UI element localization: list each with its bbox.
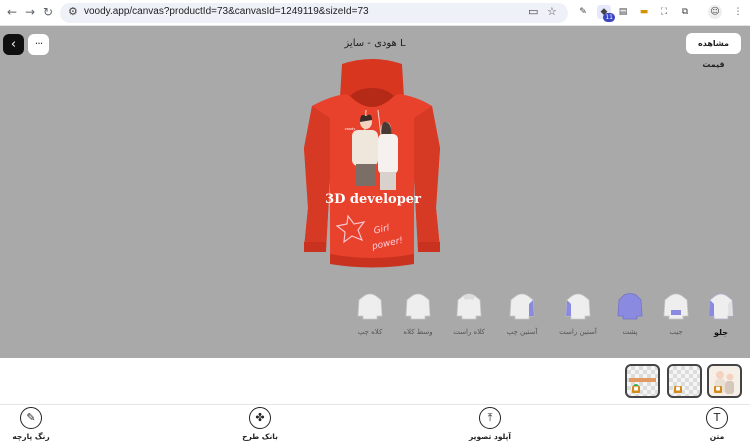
view-hood-right[interactable]: کلاه راست bbox=[447, 292, 491, 336]
extension-badge: 11 bbox=[603, 13, 615, 22]
view-label: وسط کلاه bbox=[403, 328, 433, 336]
forward-arrow-icon[interactable]: → bbox=[22, 4, 38, 20]
design-thumbnail[interactable]: ■ bbox=[667, 364, 702, 398]
browser-menu-icon[interactable]: ⋮ bbox=[731, 5, 745, 19]
view-label: آستین راست bbox=[559, 328, 597, 336]
view-back[interactable]: پشت bbox=[608, 292, 652, 336]
extension-icon[interactable]: ▤ bbox=[616, 5, 630, 19]
upload-image-button[interactable]: ⤒ آپلود تصویر bbox=[450, 407, 530, 441]
more-options-button[interactable]: ··· bbox=[28, 34, 49, 55]
view-label: جیب bbox=[669, 328, 683, 336]
url-text: voody.app/canvas?productId=73&canvasId=1… bbox=[84, 6, 369, 17]
tool-label: آپلود تصویر bbox=[468, 432, 511, 441]
design-headline: 3D developer bbox=[325, 192, 421, 207]
view-label: جلو bbox=[713, 328, 729, 337]
lock-icon: ■ bbox=[714, 386, 722, 393]
browser-toolbar: ← → ↻ ⚙ voody.app/canvas?productId=73&ca… bbox=[0, 0, 750, 26]
hoodie-hood-left-thumb-icon bbox=[357, 293, 383, 320]
lock-icon: ■ bbox=[674, 386, 682, 393]
hoodie-left-sleeve-thumb-icon bbox=[509, 293, 535, 320]
address-bar[interactable]: ⚙ voody.app/canvas?productId=73&canvasId… bbox=[60, 3, 568, 23]
view-label: پشت bbox=[622, 328, 638, 336]
upload-icon: ⤒ bbox=[479, 407, 501, 429]
tool-label: رنگ پارچه bbox=[12, 432, 50, 441]
hoodie-right-sleeve-thumb-icon bbox=[565, 293, 591, 320]
view-label: کلاه راست bbox=[453, 328, 485, 336]
reload-icon[interactable]: ↻ bbox=[40, 4, 56, 20]
wallet-extension-icon[interactable]: ▬ bbox=[637, 5, 651, 19]
design-thumbnail[interactable]: ■ bbox=[625, 364, 660, 398]
profile-avatar[interactable]: ☺ bbox=[708, 5, 722, 19]
cast-icon[interactable]: ▭ bbox=[528, 5, 538, 18]
view-pocket[interactable]: جیب bbox=[654, 292, 698, 336]
extensions-puzzle-icon[interactable]: ⧉ bbox=[678, 5, 692, 19]
bottom-toolbar bbox=[0, 404, 750, 448]
extension-icon[interactable]: ◆ 11 bbox=[597, 5, 615, 22]
hoodie-pocket-thumb-icon bbox=[663, 293, 689, 320]
site-settings-icon[interactable]: ⚙ bbox=[68, 5, 78, 18]
hoodie-back-thumb-icon bbox=[617, 293, 643, 320]
tool-label: بانک طرح bbox=[242, 432, 278, 441]
view-right-sleeve[interactable]: آستین راست bbox=[556, 292, 600, 336]
hoodie-hood-center-thumb-icon bbox=[405, 293, 431, 320]
back-button[interactable]: ‹ bbox=[3, 34, 24, 55]
view-label: آستین چپ bbox=[506, 328, 538, 336]
hoodie-hood-right-thumb-icon bbox=[456, 293, 482, 320]
view-price-button[interactable]: مشاهده قیمت bbox=[686, 33, 741, 69]
page-title: هودی - سایز L bbox=[344, 38, 406, 49]
add-text-button[interactable]: T متن bbox=[677, 407, 750, 441]
design-thumbnail[interactable]: ■ bbox=[707, 364, 742, 398]
bookmark-star-icon[interactable]: ☆ bbox=[547, 5, 557, 18]
lock-icon: ■ bbox=[632, 386, 640, 393]
hoodie-front-thumb-icon bbox=[708, 293, 734, 320]
text-icon: T bbox=[706, 407, 728, 429]
back-arrow-icon[interactable]: ← bbox=[4, 4, 20, 20]
view-hood-left[interactable]: کلاه چپ bbox=[348, 292, 392, 336]
pencil-icon: ✎ bbox=[20, 407, 42, 429]
screenshot-extension-icon[interactable]: ⛶ bbox=[657, 5, 671, 19]
view-left-sleeve[interactable]: آستین چپ bbox=[500, 292, 544, 336]
chevron-left-icon: ‹ bbox=[10, 37, 17, 52]
view-label: کلاه چپ bbox=[357, 328, 383, 336]
hoodie-model[interactable]: 3D developer voody Girl power! bbox=[290, 58, 455, 273]
design-badge-text: voody bbox=[345, 127, 356, 131]
design-bank-icon: ✤ bbox=[249, 407, 271, 429]
eyedropper-extension-icon[interactable]: ✎ bbox=[576, 5, 590, 19]
view-front[interactable]: جلو bbox=[699, 292, 743, 337]
tool-label: متن bbox=[709, 432, 725, 441]
fabric-color-button[interactable]: ✎ رنگ پارچه bbox=[0, 407, 71, 441]
view-hood-center[interactable]: وسط کلاه bbox=[396, 292, 440, 336]
design-bank-button[interactable]: ✤ بانک طرح bbox=[220, 407, 300, 441]
